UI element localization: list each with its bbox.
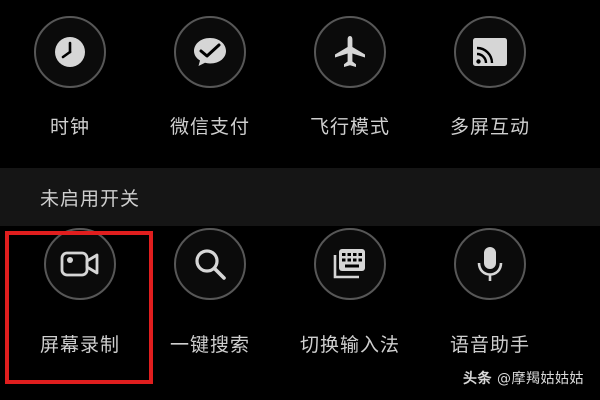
- enabled-toggles-row: 时钟 微信支付 飞行模式 多屏互动: [0, 0, 600, 138]
- disabled-section-header: 未启用开关: [0, 168, 600, 226]
- screen-record-icon: [60, 251, 99, 277]
- toggle-multi-screen-circle: [454, 16, 526, 88]
- toggle-screen-record-label: 屏幕录制: [39, 334, 120, 356]
- watermark-handle: @摩羯姑姑姑: [497, 371, 584, 387]
- toggle-quick-search-circle: [174, 228, 246, 300]
- toggle-switch-ime-circle: [314, 228, 386, 300]
- toggle-quick-search-label: 一键搜索: [169, 334, 250, 356]
- toggle-clock[interactable]: 时钟: [0, 16, 140, 139]
- toggle-screen-record-circle: [44, 228, 116, 300]
- toggle-wechat-pay-circle: [174, 16, 246, 88]
- toggle-airplane-mode[interactable]: 飞行模式: [280, 16, 420, 139]
- toggle-switch-ime-label: 切换输入法: [299, 334, 400, 356]
- cast-icon: [473, 38, 507, 66]
- toggle-airplane-mode-circle: [314, 16, 386, 88]
- toggle-voice-assistant-circle: [454, 228, 526, 300]
- search-icon: [195, 249, 226, 280]
- toggle-clock-circle: [34, 16, 106, 88]
- toggle-voice-assistant-label: 语音助手: [449, 334, 530, 356]
- clock-icon: [55, 37, 85, 67]
- toggle-quick-search[interactable]: 一键搜索: [140, 228, 280, 357]
- watermark-logo: 头条: [463, 371, 493, 387]
- toggle-wechat-pay[interactable]: 微信支付: [140, 16, 280, 139]
- keyboard-icon: [333, 249, 365, 279]
- disabled-section-title: 未启用开关: [40, 188, 141, 210]
- watermark: 头条 @摩羯姑姑姑: [463, 368, 584, 388]
- toggle-multi-screen-label: 多屏互动: [449, 116, 530, 138]
- toggle-multi-screen[interactable]: 多屏互动: [420, 16, 560, 139]
- toggle-voice-assistant[interactable]: 语音助手: [420, 228, 560, 357]
- toggle-airplane-mode-label: 飞行模式: [309, 116, 390, 138]
- airplane-icon: [335, 36, 365, 67]
- toggle-wechat-pay-label: 微信支付: [169, 116, 250, 138]
- toggle-switch-ime[interactable]: 切换输入法: [280, 228, 420, 357]
- toggle-screen-record[interactable]: 屏幕录制: [10, 228, 150, 357]
- wechat-pay-icon: [194, 38, 226, 66]
- quick-settings-editor: 时钟 微信支付 飞行模式 多屏互动 未启用开关 屏幕录制 一键搜索 切换输入法 …: [0, 0, 600, 400]
- microphone-icon: [477, 247, 503, 281]
- toggle-clock-label: 时钟: [49, 116, 90, 138]
